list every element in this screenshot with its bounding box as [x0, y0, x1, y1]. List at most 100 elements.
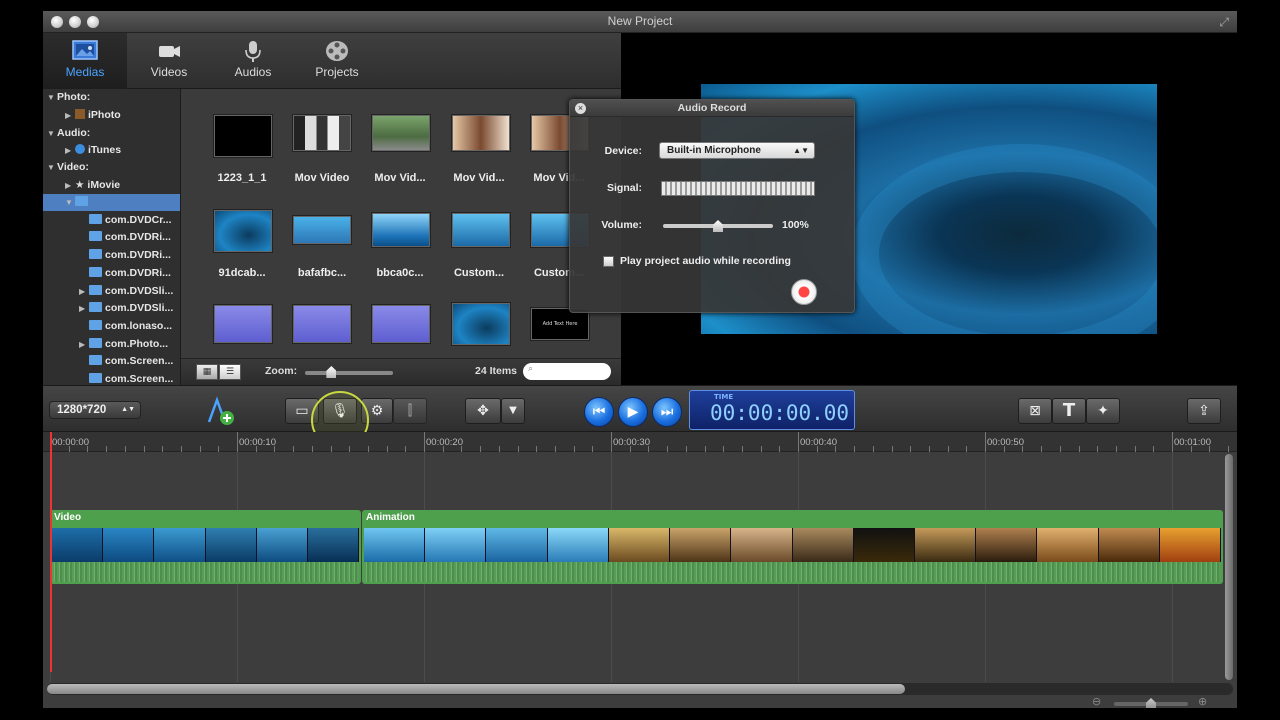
media-thumbnail[interactable] — [372, 305, 430, 343]
search-input[interactable]: ⌕ — [523, 363, 611, 380]
tab-projects[interactable]: Projects — [295, 33, 379, 89]
ruler-minor-tick — [255, 446, 257, 452]
zoom-slider[interactable] — [305, 371, 393, 375]
media-thumbnail[interactable] — [214, 115, 272, 157]
play-button[interactable]: ▶ — [618, 397, 648, 427]
chevron-updown-icon: ▲▼ — [793, 146, 809, 155]
play-audio-checkbox[interactable] — [603, 256, 614, 267]
move-button[interactable]: ✥ — [465, 398, 501, 424]
zoom-in-icon[interactable]: ⊕ — [1198, 695, 1207, 708]
tab-projects-label: Projects — [315, 65, 359, 79]
forward-button[interactable]: ⏭ — [652, 397, 682, 427]
vertical-scrollbar[interactable] — [1225, 454, 1233, 680]
split-button[interactable]: ⫿ — [393, 398, 427, 424]
tree-folder[interactable]: com.DVDRi... — [89, 229, 171, 246]
text-icon: T — [1062, 400, 1076, 421]
ruler-minor-tick — [1228, 446, 1230, 452]
title-bar: New Project ⤢ — [43, 11, 1237, 33]
zoom-out-icon[interactable]: ⊖ — [1092, 695, 1101, 708]
item-count: 24 Items — [475, 365, 518, 377]
tree-folder[interactable]: com.Screen... — [89, 371, 173, 385]
ruler-tick — [1172, 432, 1173, 452]
record-button[interactable] — [791, 279, 817, 305]
tree-folder[interactable]: com.DVDCr... — [89, 212, 172, 229]
ruler-minor-tick — [143, 446, 145, 452]
ruler-minor-tick — [367, 446, 369, 452]
video-clip[interactable]: Video — [50, 510, 361, 584]
ruler-minor-tick — [667, 446, 669, 452]
media-thumbnail[interactable] — [372, 213, 430, 247]
fullscreen-icon[interactable]: ⤢ — [1219, 15, 1229, 30]
media-thumbnail[interactable] — [452, 303, 510, 345]
timeline-zoom: ⊖ ⊕ — [1086, 695, 1220, 708]
volume-value: 100% — [782, 219, 809, 231]
timeline: 00:00:00 00:00:10 00:00:20 00:00:30 00:00:40… — [43, 432, 1237, 708]
tree-item-iphoto[interactable]: ▶ iPhoto — [65, 107, 121, 124]
tree-header-video[interactable]: ▼ Video: — [47, 159, 89, 176]
horizontal-scrollbar[interactable] — [47, 683, 1233, 695]
timecode-display: TIME 00:00:00.00 — [689, 390, 855, 430]
video-camera-icon — [159, 46, 180, 57]
ruler-tick — [985, 432, 986, 452]
ruler-minor-tick — [1003, 446, 1005, 452]
playhead[interactable] — [50, 432, 52, 672]
timeline-ruler[interactable]: 00:00:00 00:00:10 00:00:20 00:00:30 00:00:40… — [43, 432, 1237, 452]
clip-frames — [52, 528, 360, 562]
ruler-tick — [424, 432, 425, 452]
media-thumbnail[interactable] — [293, 115, 351, 151]
media-thumbnail[interactable] — [214, 305, 272, 343]
tree-folder[interactable]: ▶ com.Photo... — [79, 336, 168, 353]
tree-folder[interactable]: com.Screen... — [89, 353, 173, 370]
add-text-icon[interactable] — [205, 396, 237, 428]
play-icon: ▶ — [627, 404, 639, 420]
list-view-button[interactable]: ☰ — [219, 364, 241, 380]
media-thumbnail[interactable] — [452, 115, 510, 151]
media-thumbnail[interactable] — [214, 210, 272, 252]
animation-clip[interactable]: Animation — [362, 510, 1223, 584]
device-select[interactable]: Built-in Microphone ▲▼ — [659, 142, 815, 159]
media-thumbnail[interactable] — [293, 305, 351, 343]
crop-button[interactable]: ⊠ — [1018, 398, 1052, 424]
timeline-zoom-knob[interactable] — [1146, 698, 1156, 708]
close-icon[interactable]: × — [575, 103, 586, 114]
play-audio-label: Play project audio while recording — [620, 255, 791, 267]
media-thumbnail[interactable] — [372, 115, 430, 151]
zoom-slider-knob[interactable] — [326, 366, 337, 378]
zoom-label: Zoom: — [265, 365, 298, 377]
tree-folder[interactable]: com.lonaso... — [89, 318, 172, 335]
tree-header-photo[interactable]: ▼ Photo: — [47, 89, 90, 106]
ruler-minor-tick — [760, 446, 762, 452]
crop-icon: ⊠ — [1029, 403, 1041, 419]
rewind-button[interactable]: ⏮ — [584, 397, 614, 427]
ruler-minor-tick — [723, 446, 725, 452]
ruler-minor-tick — [405, 446, 407, 452]
tree-item-itunes[interactable]: ▶ iTunes — [65, 142, 121, 159]
ruler-minor-tick — [87, 446, 89, 452]
export-button[interactable]: ⇪ — [1187, 398, 1221, 424]
tab-audios[interactable]: Audios — [211, 33, 295, 89]
ruler-minor-tick — [704, 446, 706, 452]
scroll-thumb[interactable] — [47, 684, 905, 694]
text-button[interactable]: T — [1052, 398, 1086, 424]
ruler-minor-tick — [349, 446, 351, 452]
folder-icon — [89, 320, 102, 330]
move-dropdown-button[interactable]: ▼ — [501, 398, 525, 424]
media-thumbnail[interactable] — [293, 216, 351, 244]
volume-slider-knob[interactable] — [713, 220, 723, 232]
effects-button[interactable]: ✦ — [1086, 398, 1120, 424]
tab-medias[interactable]: Medias — [43, 33, 127, 89]
resolution-select[interactable]: 1280*720 ▲▼ — [49, 401, 141, 419]
tree-folder[interactable]: com.DVDRi... — [89, 247, 171, 264]
tree-item-selected[interactable]: ▼ — [43, 194, 180, 211]
tree-folder[interactable]: com.DVDRi... — [89, 265, 171, 282]
tree-item-imovie[interactable]: ▶ ★ iMovie — [65, 177, 120, 194]
media-thumbnail[interactable] — [452, 213, 510, 247]
folder-icon — [89, 302, 102, 312]
tab-videos[interactable]: Videos — [127, 33, 211, 89]
tree-folder[interactable]: ▶ com.DVDSli... — [79, 300, 173, 317]
folder-icon — [89, 249, 102, 259]
tree-folder[interactable]: ▶ com.DVDSli... — [79, 283, 173, 300]
ruler-minor-tick — [1115, 446, 1117, 452]
tree-header-audio[interactable]: ▼ Audio: — [47, 125, 90, 142]
grid-view-button[interactable]: ▦ — [196, 364, 218, 380]
